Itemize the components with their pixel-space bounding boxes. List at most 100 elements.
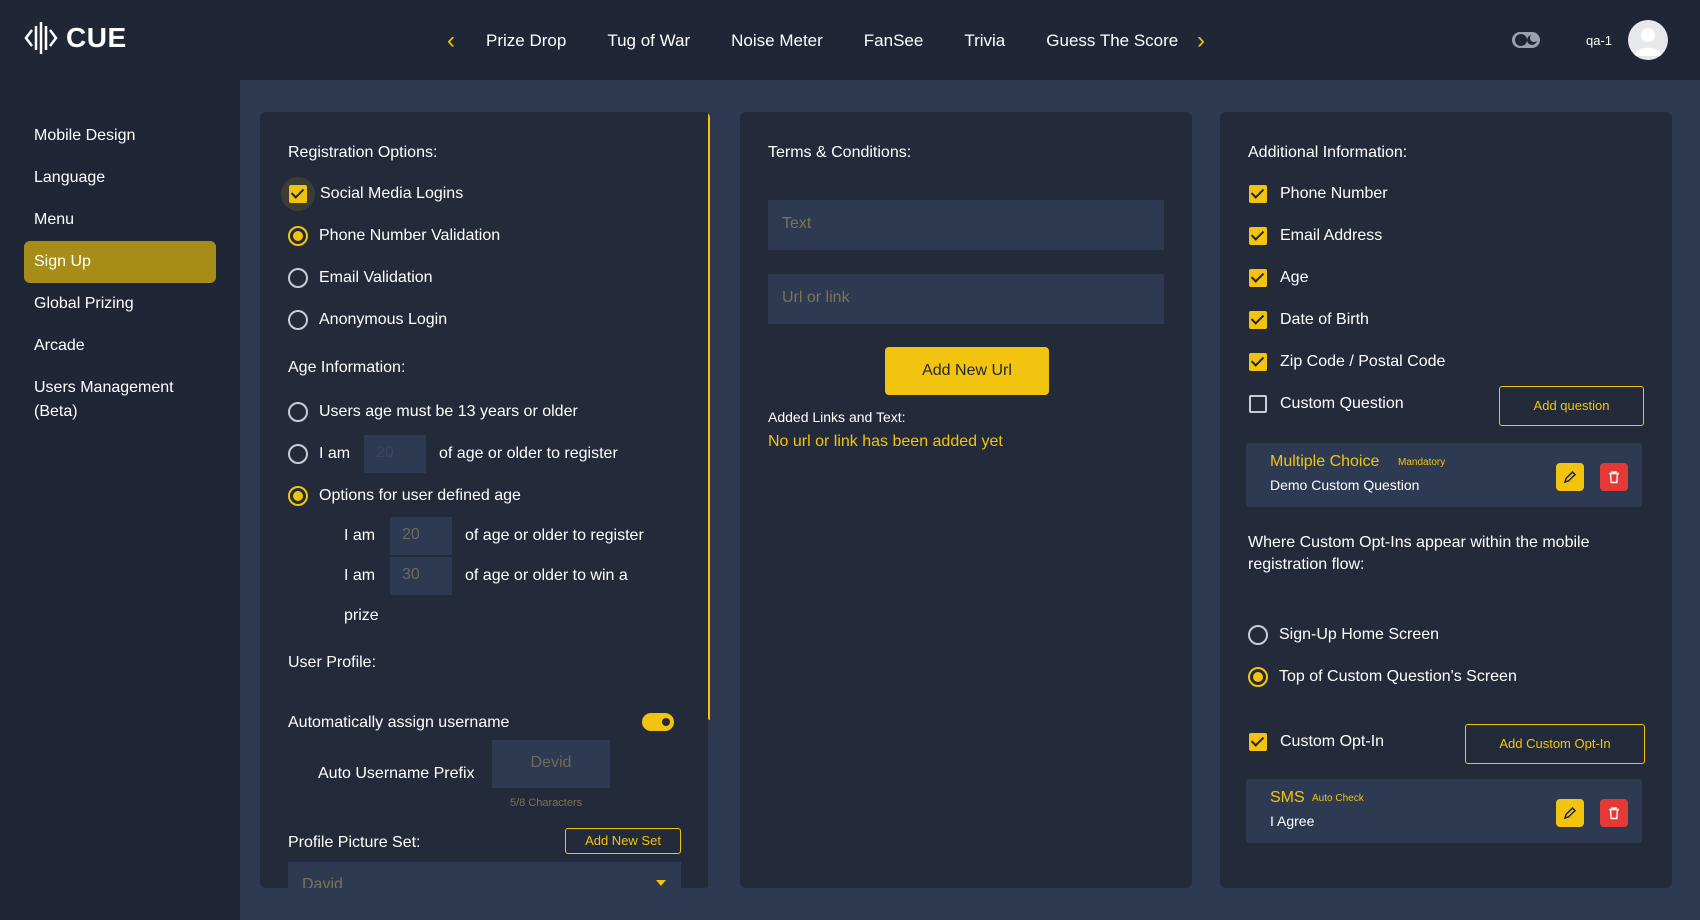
checkbox-checked[interactable]	[1249, 269, 1267, 287]
scrollbar-thumb[interactable]	[708, 112, 710, 720]
iam-label: I am	[344, 527, 376, 544]
auto-username-toggle[interactable]	[642, 713, 674, 731]
email-validation-option[interactable]: Email Validation	[288, 268, 433, 288]
tab-tug-of-war[interactable]: Tug of War	[607, 27, 690, 55]
sidebar-item-mobile-design[interactable]: Mobile Design	[24, 115, 216, 157]
radio-selected[interactable]	[1248, 667, 1268, 687]
picture-set-select[interactable]: David	[288, 862, 681, 888]
register-age-label: of age or older to register	[465, 527, 644, 544]
placement-title: Where Custom Opt-Ins appear within the m…	[1248, 534, 1590, 573]
add-new-url-button[interactable]: Add New Url	[885, 347, 1049, 395]
pencil-icon	[1563, 470, 1577, 484]
min-age-input[interactable]: 20	[364, 435, 426, 473]
checkbox-checked[interactable]	[281, 177, 315, 211]
register-age-input[interactable]: 20	[390, 517, 452, 555]
char-count: 5/8 Characters	[510, 797, 583, 809]
option-label: Users age must be 13 years or older	[319, 403, 578, 420]
add-custom-optin-button[interactable]: Add Custom Opt-In	[1465, 724, 1645, 764]
radio-selected[interactable]	[288, 226, 308, 246]
win-age-label: of age or older to win a	[465, 567, 628, 584]
delete-question-button[interactable]	[1600, 463, 1628, 491]
phone-number-field[interactable]: Phone Number	[1249, 185, 1388, 203]
optin-card: SMS Auto Check I Agree	[1246, 779, 1642, 843]
cue-logo-icon	[24, 22, 58, 54]
prize-label: prize	[344, 607, 379, 624]
radio-unselected[interactable]	[288, 310, 308, 330]
sidebar-item-sign-up[interactable]: Sign Up	[24, 241, 216, 283]
option-label: I am	[319, 445, 351, 462]
top-of-question-screen-option[interactable]: Top of Custom Question's Screen	[1248, 667, 1517, 687]
custom-question-field[interactable]: Custom Question	[1249, 395, 1404, 413]
iam-label: I am	[344, 567, 376, 584]
option-label: Sign-Up Home Screen	[1279, 626, 1440, 643]
sidebar-item-users-management[interactable]: Users Management (Beta)	[24, 367, 204, 433]
social-media-logins-option[interactable]: Social Media Logins	[281, 177, 463, 211]
add-question-button[interactable]: Add question	[1499, 386, 1644, 426]
custom-question-card: Multiple Choice Mandatory Demo Custom Qu…	[1246, 443, 1642, 507]
radio-selected[interactable]	[288, 486, 308, 506]
checkbox-unchecked[interactable]	[1249, 395, 1267, 413]
anonymous-login-option[interactable]: Anonymous Login	[288, 310, 447, 330]
tab-noise-meter[interactable]: Noise Meter	[731, 27, 823, 55]
phone-validation-option[interactable]: Phone Number Validation	[288, 226, 500, 246]
logo[interactable]: CUE	[24, 20, 127, 56]
user-name: qa-1	[1586, 33, 1613, 48]
sidebar-item-arcade[interactable]: Arcade	[24, 325, 216, 367]
terms-text-input[interactable]: Text	[768, 200, 1164, 250]
age-custom-option[interactable]: I am	[288, 444, 350, 464]
caret-down-icon	[656, 880, 666, 886]
edit-optin-button[interactable]	[1556, 799, 1584, 827]
game-tabs: ‹ Prize Drop Tug of War Noise Meter FanS…	[436, 25, 1216, 57]
email-address-field[interactable]: Email Address	[1249, 227, 1382, 245]
sidebar: Mobile Design Language Menu Sign Up Glob…	[0, 80, 240, 920]
sidebar-item-language[interactable]: Language	[24, 157, 216, 199]
radio-unselected[interactable]	[288, 268, 308, 288]
prefix-label: Auto Username Prefix	[318, 765, 475, 782]
user-icon	[1634, 28, 1662, 56]
sidebar-item-menu[interactable]: Menu	[24, 199, 216, 241]
avatar[interactable]	[1628, 20, 1668, 60]
registration-title: Registration Options:	[288, 144, 438, 161]
option-label: Options for user defined age	[319, 487, 521, 504]
checkbox-checked[interactable]	[1249, 311, 1267, 329]
no-links-message: No url or link has been added yet	[768, 433, 1003, 450]
option-label: Anonymous Login	[319, 311, 448, 328]
delete-optin-button[interactable]	[1600, 799, 1628, 827]
tab-fansee[interactable]: FanSee	[864, 27, 924, 55]
chevron-right-icon[interactable]: ›	[1186, 27, 1216, 55]
theme-toggle-icon[interactable]	[1512, 30, 1542, 50]
user-defined-age-option[interactable]: Options for user defined age	[288, 486, 521, 506]
tab-guess-the-score[interactable]: Guess The Score	[1046, 27, 1178, 55]
tab-prize-drop[interactable]: Prize Drop	[486, 27, 566, 55]
field-label: Custom Opt-In	[1280, 733, 1385, 750]
checkbox-checked[interactable]	[1249, 185, 1267, 203]
checkbox-checked[interactable]	[1249, 733, 1267, 751]
date-of-birth-field[interactable]: Date of Birth	[1249, 311, 1369, 329]
win-age-input[interactable]: 30	[390, 557, 452, 595]
zip-code-field[interactable]: Zip Code / Postal Code	[1249, 353, 1445, 371]
signup-home-screen-option[interactable]: Sign-Up Home Screen	[1248, 625, 1439, 645]
option-label: Phone Number Validation	[319, 227, 501, 244]
logo-text: CUE	[66, 22, 127, 53]
sidebar-item-global-prizing[interactable]: Global Prizing	[24, 283, 216, 325]
custom-optin-field[interactable]: Custom Opt-In	[1249, 733, 1384, 751]
age-13-option[interactable]: Users age must be 13 years or older	[288, 402, 578, 422]
field-label: Custom Question	[1280, 395, 1404, 412]
optin-text: I Agree	[1270, 813, 1315, 829]
chevron-left-icon[interactable]: ‹	[436, 27, 466, 55]
terms-panel: Terms & Conditions: Text Url or link Add…	[740, 112, 1192, 888]
radio-unselected[interactable]	[1248, 625, 1268, 645]
prefix-input[interactable]: Devid	[492, 740, 610, 788]
checkbox-checked[interactable]	[1249, 353, 1267, 371]
pencil-icon	[1563, 806, 1577, 820]
question-type: Multiple Choice	[1270, 453, 1380, 470]
checkbox-checked[interactable]	[1249, 227, 1267, 245]
radio-unselected[interactable]	[288, 402, 308, 422]
option-label: Email Validation	[319, 269, 433, 286]
terms-url-input[interactable]: Url or link	[768, 274, 1164, 324]
age-field[interactable]: Age	[1249, 269, 1308, 287]
edit-question-button[interactable]	[1556, 463, 1584, 491]
radio-unselected[interactable]	[288, 444, 308, 464]
add-new-set-button[interactable]: Add New Set	[565, 828, 681, 854]
tab-trivia[interactable]: Trivia	[964, 27, 1005, 55]
